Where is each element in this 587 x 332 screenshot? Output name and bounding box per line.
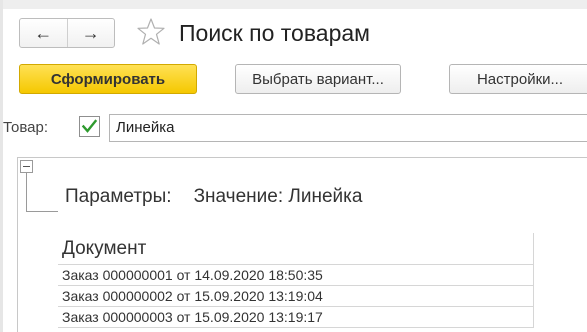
- generate-button[interactable]: Сформировать: [19, 64, 197, 94]
- table-row[interactable]: Заказ 000000002 от 15.09.2020 13:19:04: [58, 285, 534, 307]
- product-filter-label: Товар:: [3, 119, 48, 136]
- documents-table: Документ Заказ 000000001 от 14.09.2020 1…: [58, 233, 534, 328]
- page-title: Поиск по товарам: [179, 20, 370, 46]
- star-outline-icon[interactable]: [136, 17, 166, 47]
- arrow-left-icon: ←: [34, 22, 53, 43]
- window-frame-top: [3, 0, 587, 9]
- column-header-document: Документ: [58, 233, 534, 265]
- forward-button[interactable]: →: [66, 19, 115, 47]
- table-cell[interactable]: Заказ 000000001 от 14.09.2020 18:50:35: [58, 264, 534, 286]
- arrow-right-icon: →: [81, 22, 100, 43]
- settings-button[interactable]: Настройки...: [449, 64, 587, 94]
- choose-variant-button[interactable]: Выбрать вариант...: [235, 64, 401, 94]
- navigation-buttons: ← →: [19, 18, 115, 48]
- checkmark-icon: [81, 119, 98, 133]
- table-cell[interactable]: Заказ 000000002 от 15.09.2020 13:19:04: [58, 285, 534, 307]
- table-row[interactable]: Заказ 000000001 от 14.09.2020 18:50:35: [58, 264, 534, 286]
- product-filter-checkbox[interactable]: [79, 116, 100, 137]
- table-row[interactable]: Заказ 000000003 от 15.09.2020 13:19:17: [58, 306, 534, 328]
- parameters-label: Параметры:: [65, 186, 172, 207]
- report-window: ← → Поиск по товарам Сформировать Выбрат…: [0, 0, 587, 332]
- tree-line: [26, 211, 58, 212]
- collapse-group-icon[interactable]: [20, 160, 33, 173]
- tree-line: [26, 173, 27, 212]
- report-parameters: Параметры: Значение: Линейка: [65, 185, 362, 209]
- product-filter-input[interactable]: Линейка: [109, 114, 587, 142]
- table-cell[interactable]: Заказ 000000003 от 15.09.2020 13:19:17: [58, 306, 534, 328]
- back-button[interactable]: ←: [20, 19, 67, 47]
- parameters-value: Значение: Линейка: [193, 186, 363, 207]
